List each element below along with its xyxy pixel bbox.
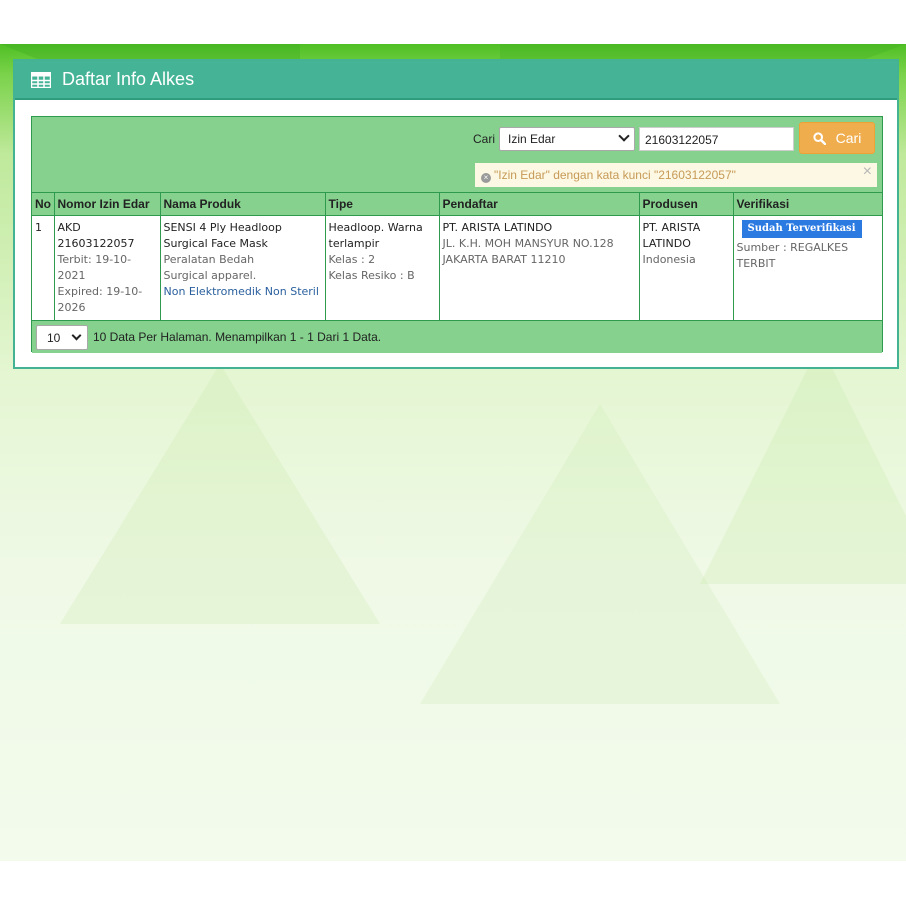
izin-terbit: Terbit: 19-10-2021: [57, 253, 132, 282]
search-bar: Cari Izin Edar 21603122057 Cari × "Izin E…: [32, 117, 882, 193]
search-label: Cari: [473, 132, 496, 146]
produsen-country: Indonesia: [642, 253, 696, 266]
produk-kind: Non Elektromedik Non Steril: [163, 285, 319, 298]
search-button[interactable]: Cari: [799, 122, 875, 154]
chevron-down-icon: [71, 330, 82, 340]
produsen-name: PT. ARISTA LATINDO: [642, 221, 701, 250]
per-page-value: 10: [47, 330, 61, 345]
info-alkes-panel: Daftar Info Alkes Cari Izin Edar 2160312…: [13, 59, 899, 369]
filter-notice: × "Izin Edar" dengan kata kunci "21603122…: [475, 163, 877, 187]
pendaftar-address: JL. K.H. MOH MANSYUR NO.128 JAKARTA BARA…: [442, 237, 614, 266]
pagination-summary: 10 Data Per Halaman. Menampilkan 1 - 1 D…: [93, 330, 382, 344]
cell-produsen: PT. ARISTA LATINDO Indonesia: [638, 215, 733, 321]
search-category-value: Izin Edar: [508, 132, 556, 146]
search-icon: [813, 131, 826, 145]
pagination-bar: 10 10 Data Per Halaman. Menampilkan 1 - …: [32, 321, 882, 353]
panel-title: Daftar Info Alkes: [62, 69, 195, 89]
search-category-select[interactable]: Izin Edar: [499, 127, 635, 151]
column-header-produk: Nama Produk: [159, 193, 325, 216]
izin-expired: Expired: 19-10-2026: [57, 285, 143, 314]
cell-produk: SENSI 4 Ply Headloop Surgical Face Mask …: [159, 215, 325, 321]
filter-notice-text: "Izin Edar" dengan kata kunci "216031220…: [494, 168, 736, 182]
column-header-izin: Nomor Izin Edar: [53, 193, 160, 216]
cell-pendaftar: PT. ARISTA LATINDO JL. K.H. MOH MANSYUR …: [438, 215, 639, 321]
search-button-label: Cari: [835, 130, 862, 146]
per-page-select[interactable]: 10: [36, 324, 88, 350]
izin-number[interactable]: AKD 21603122057: [58, 220, 157, 252]
cell-izin: AKD 21603122057 Terbit: 19-10-2021 Expir…: [53, 215, 160, 321]
status-badge: Sudah Terverifikasi: [741, 220, 862, 238]
tipe-resiko: Kelas Resiko : B: [328, 269, 415, 282]
remove-filter-icon[interactable]: ×: [481, 173, 491, 183]
chevron-down-icon: [618, 130, 630, 142]
verifikasi-source: Sumber : REGALKES TERBIT: [736, 241, 849, 270]
search-input[interactable]: 21603122057: [639, 127, 794, 151]
column-header-pendaftar: Pendaftar: [438, 193, 639, 216]
column-header-verifikasi: Verifikasi: [732, 193, 882, 216]
table-row: 1 AKD 21603122057 Terbit: 19-10-2021 Exp…: [32, 215, 882, 321]
cell-no: 1: [32, 215, 54, 321]
cell-tipe: Headloop. Warna terlampir Kelas : 2 Kela…: [324, 215, 439, 321]
produk-subcategory: Surgical apparel.: [163, 269, 257, 282]
column-header-produsen: Produsen: [638, 193, 733, 216]
tipe-desc: Headloop. Warna terlampir: [328, 221, 423, 250]
tipe-kelas: Kelas : 2: [328, 253, 376, 266]
column-header-tipe: Tipe: [324, 193, 439, 216]
table-header-row: No Nomor Izin Edar Nama Produk Tipe Pend…: [32, 193, 882, 216]
close-icon[interactable]: ×: [863, 163, 872, 181]
alkes-grid: Cari Izin Edar 21603122057 Cari × "Izin E…: [31, 116, 883, 353]
produk-name: SENSI 4 Ply Headloop Surgical Face Mask: [163, 221, 282, 250]
cell-verifikasi: Sudah Terverifikasi Sumber : REGALKES TE…: [732, 215, 882, 321]
pendaftar-name: PT. ARISTA LATINDO: [442, 221, 553, 234]
panel-header: Daftar Info Alkes: [15, 61, 897, 100]
column-header-no: No: [32, 193, 54, 216]
table-icon: [31, 71, 51, 88]
alkes-table: No Nomor Izin Edar Nama Produk Tipe Pend…: [32, 193, 882, 321]
produk-category: Peralatan Bedah: [163, 253, 255, 266]
